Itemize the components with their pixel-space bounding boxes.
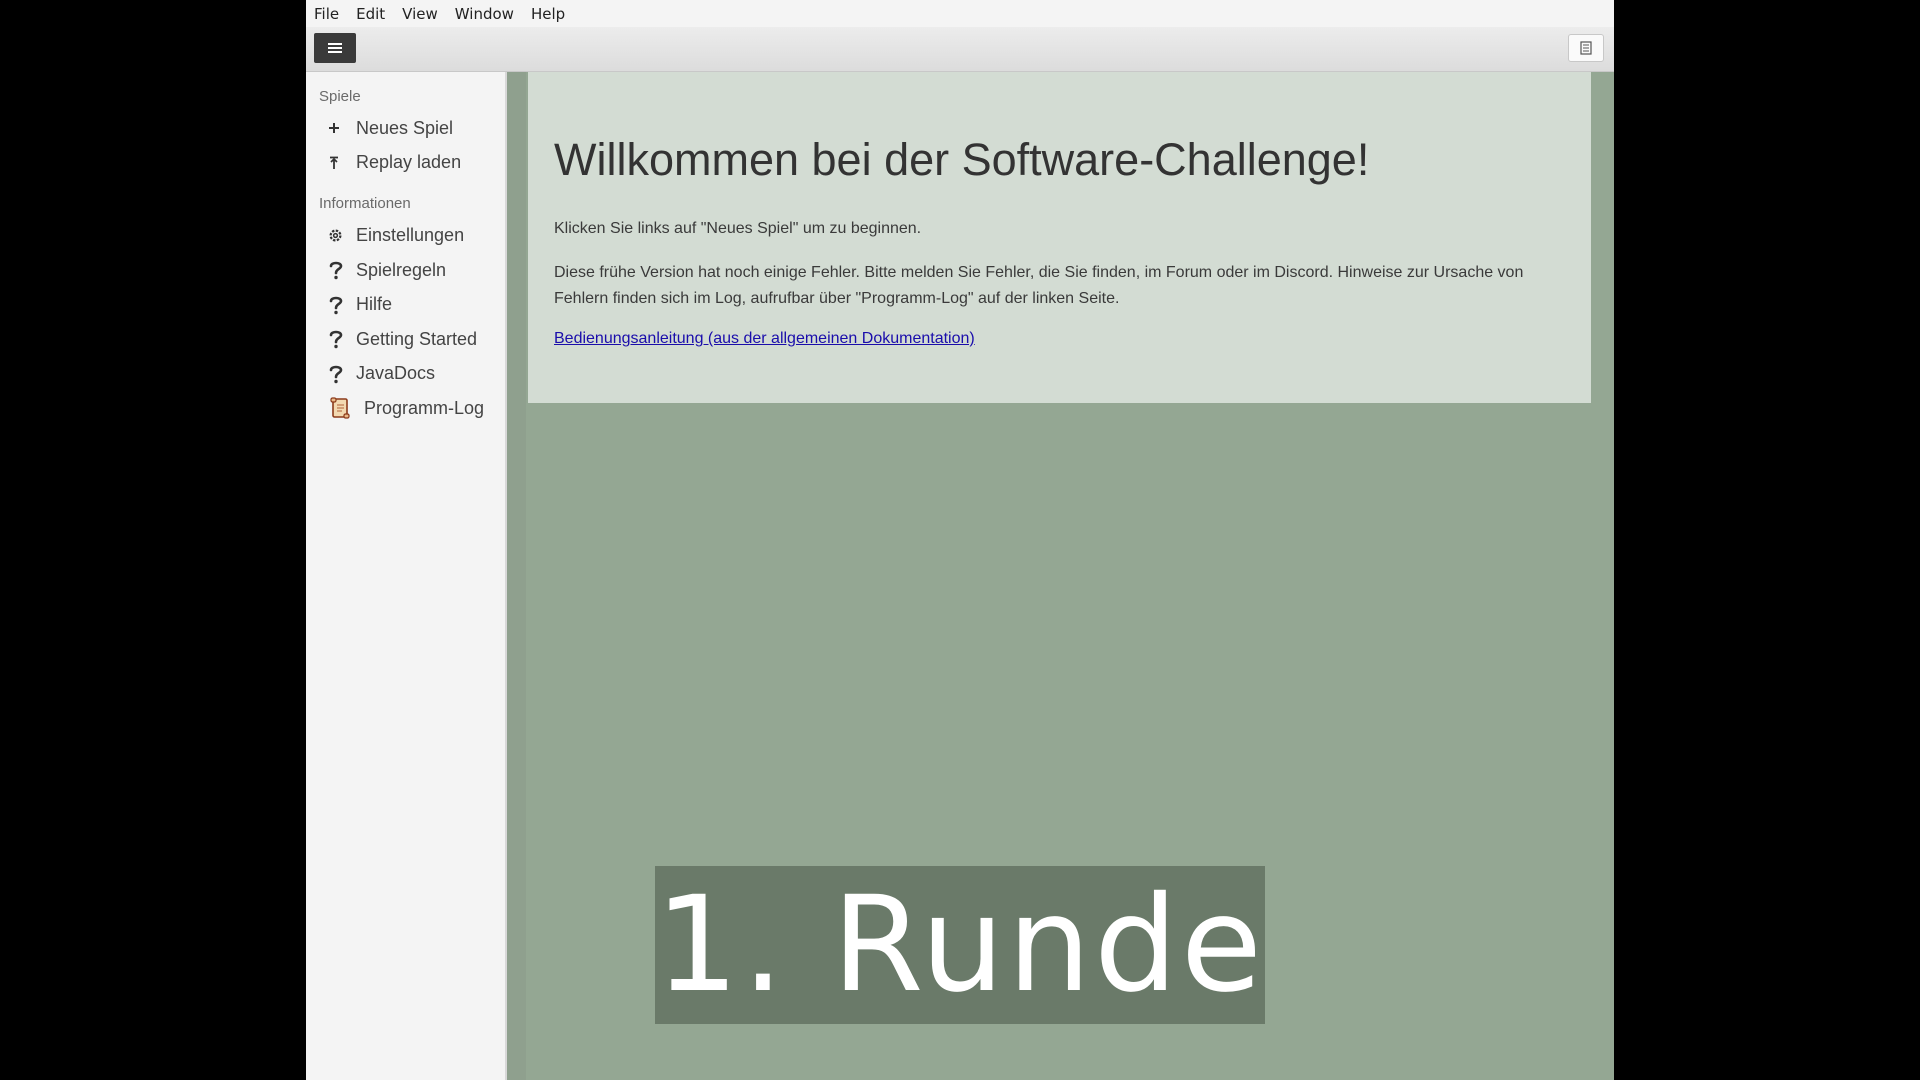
sidebar-item-label: Programm-Log — [364, 397, 485, 418]
sidebar: Spiele Neues Spiel Replay laden Informat… — [306, 72, 507, 1080]
sidebar-item-label: Getting Started — [356, 328, 478, 349]
sidebar-item-label: Spielregeln — [356, 259, 447, 280]
sidebar-item-hilfe[interactable]: Hilfe — [306, 287, 505, 322]
menu-edit[interactable]: Edit — [356, 5, 385, 23]
sidebar-item-getting-started[interactable]: Getting Started — [306, 322, 505, 357]
menu-bar: File Edit View Window Help — [306, 0, 1614, 27]
hamburger-menu-icon — [328, 43, 342, 53]
toolbar — [306, 27, 1614, 72]
question-icon — [328, 260, 350, 280]
sidebar-section-informationen: Informationen — [319, 195, 411, 213]
question-icon — [328, 329, 350, 349]
sidebar-item-label: Einstellungen — [356, 224, 465, 245]
page-title: Willkommen bei der Software-Challenge! — [554, 134, 1370, 185]
welcome-panel: Willkommen bei der Software-Challenge! K… — [528, 72, 1591, 403]
menu-file[interactable]: File — [314, 5, 339, 23]
sidebar-item-programm-log[interactable]: Programm-Log — [306, 391, 505, 426]
sidebar-item-label: Neues Spiel — [356, 117, 454, 138]
sidebar-item-label: JavaDocs — [356, 363, 436, 384]
menu-help[interactable]: Help — [531, 5, 565, 23]
document-icon — [1580, 41, 1592, 55]
manual-link[interactable]: Bedienungsanleitung (aus der allgemeinen… — [554, 330, 975, 348]
sidebar-item-neues-spiel[interactable]: Neues Spiel — [306, 111, 505, 146]
menu-window[interactable]: Window — [455, 5, 514, 23]
round-label: 1. Runde — [655, 868, 1266, 1022]
content-divider — [507, 72, 526, 1080]
sidebar-item-label: Replay laden — [356, 152, 462, 173]
scroll-icon — [328, 397, 358, 420]
sidebar-item-replay-laden[interactable]: Replay laden — [306, 146, 505, 181]
round-overlay: 1. Runde — [655, 866, 1265, 1024]
menu-view[interactable]: View — [402, 5, 438, 23]
question-icon — [328, 295, 350, 315]
sidebar-section-spiele: Spiele — [319, 88, 361, 105]
plus-icon — [328, 122, 350, 134]
log-button[interactable] — [1568, 34, 1604, 62]
question-icon — [328, 364, 350, 384]
gear-icon — [328, 228, 350, 243]
toggle-sidebar-button[interactable] — [314, 33, 356, 63]
upload-icon — [328, 156, 350, 170]
sidebar-item-einstellungen[interactable]: Einstellungen — [306, 218, 505, 253]
welcome-notice: Diese frühe Version hat noch einige Fehl… — [554, 264, 1524, 307]
sidebar-item-label: Hilfe — [356, 294, 393, 315]
sidebar-item-javadocs[interactable]: JavaDocs — [306, 357, 505, 392]
welcome-instruction: Klicken Sie links auf "Neues Spiel" um z… — [554, 220, 922, 237]
sidebar-item-spielregeln[interactable]: Spielregeln — [306, 253, 505, 288]
